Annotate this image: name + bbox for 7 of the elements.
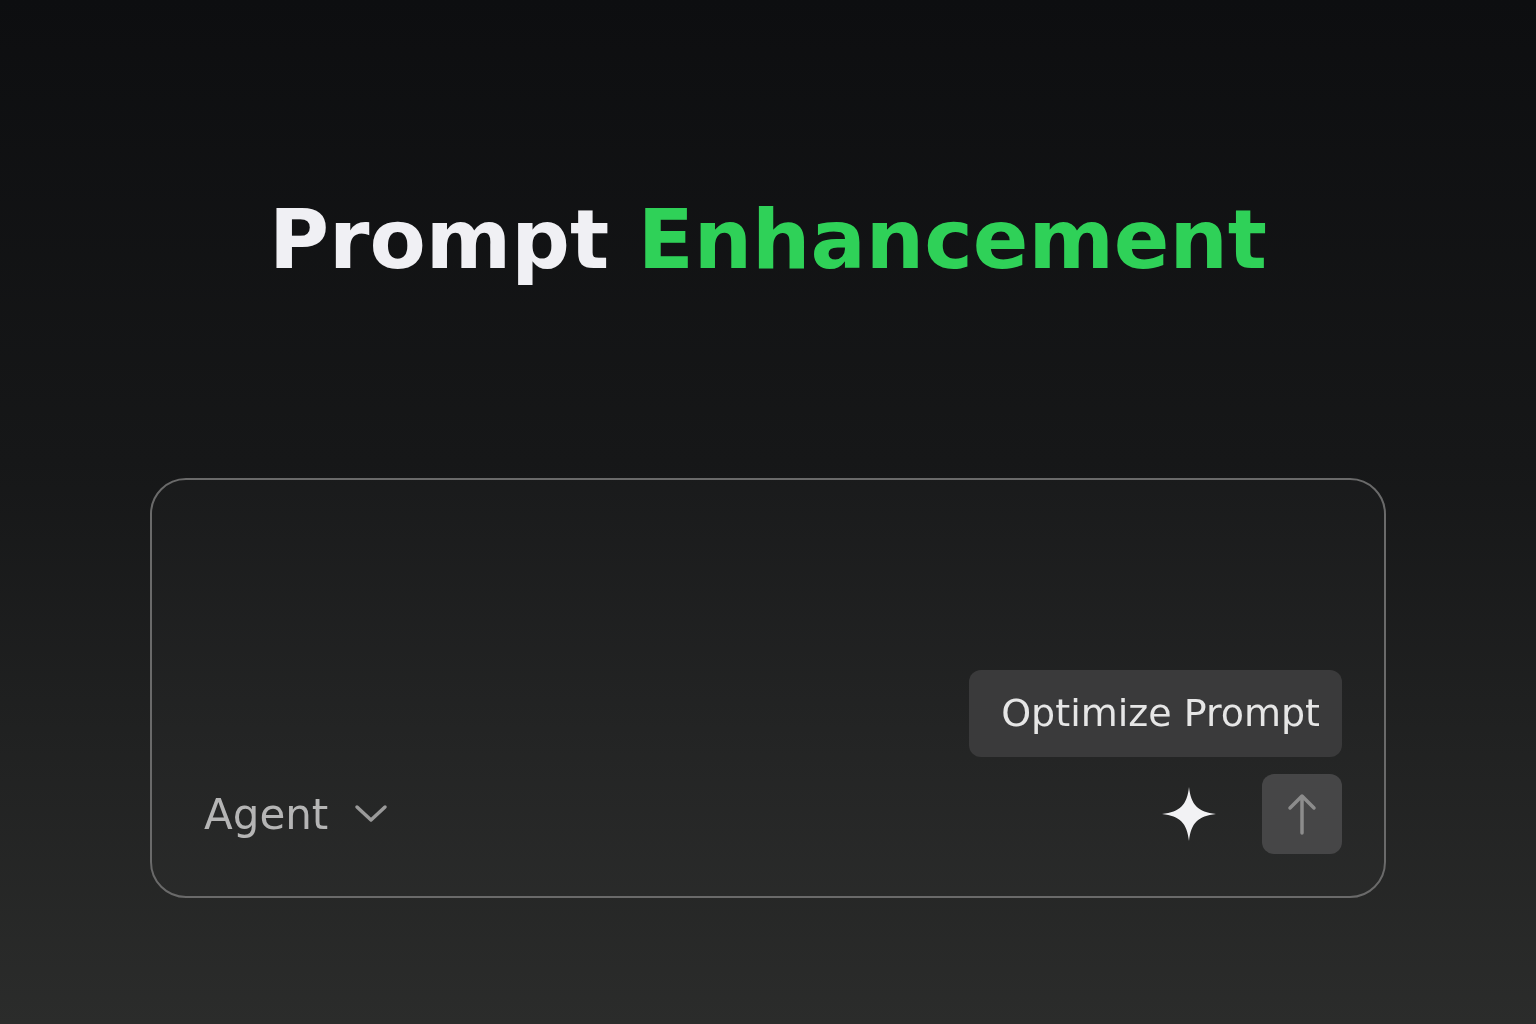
agent-dropdown[interactable]: Agent [204, 789, 389, 839]
arrow-up-icon [1287, 793, 1317, 835]
prompt-box[interactable]: Optimize Prompt Agent [150, 478, 1386, 898]
chevron-icon [354, 803, 389, 825]
sparkle-icon[interactable] [1162, 787, 1216, 841]
tooltip: Optimize Prompt [969, 670, 1342, 757]
page-title: Prompt Enhancement [267, 191, 1269, 289]
